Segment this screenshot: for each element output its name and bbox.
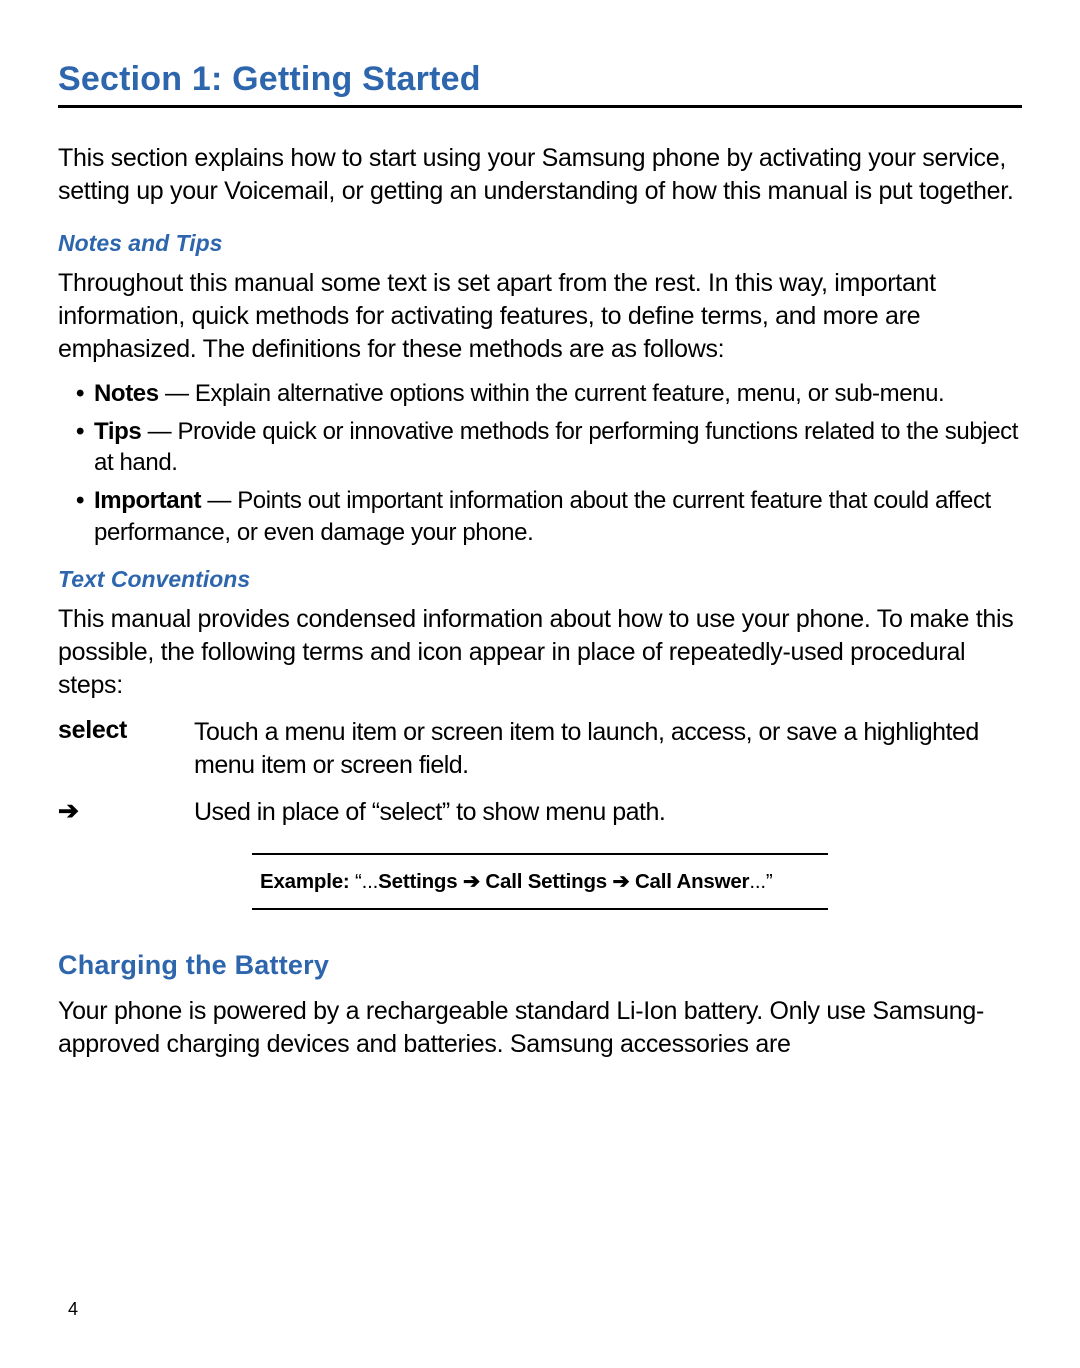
definition-row: ➔ Used in place of “select” to show menu… bbox=[58, 796, 1022, 829]
bullet-desc: — Explain alternative options within the… bbox=[159, 380, 945, 407]
list-item: Tips — Provide quick or innovative metho… bbox=[76, 416, 1022, 479]
example-path: Settings bbox=[378, 870, 457, 893]
section-intro: This section explains how to start using… bbox=[58, 142, 1022, 208]
definitions-table: select Touch a menu item or screen item … bbox=[58, 716, 1022, 829]
example-path: Call Answer bbox=[635, 870, 749, 893]
document-page: Section 1: Getting Started This section … bbox=[0, 0, 1080, 1368]
definition-desc: Used in place of “select” to show menu p… bbox=[194, 796, 665, 829]
charging-body: Your phone is powered by a rechargeable … bbox=[58, 995, 1022, 1061]
notes-tips-intro: Throughout this manual some text is set … bbox=[58, 267, 1022, 366]
bullet-term: Tips bbox=[94, 418, 141, 445]
example-box: Example: “...Settings ➔ Call Settings ➔ … bbox=[252, 853, 828, 910]
notes-tips-list: Notes — Explain alternative options with… bbox=[58, 378, 1022, 548]
section-title: Section 1: Getting Started bbox=[58, 60, 1022, 99]
arrow-icon: ➔ bbox=[58, 796, 194, 826]
charging-heading: Charging the Battery bbox=[58, 950, 1022, 981]
example-label: Example: bbox=[260, 870, 355, 893]
text-conventions-heading: Text Conventions bbox=[58, 566, 1022, 593]
definition-term: select bbox=[58, 716, 194, 745]
example-path: Call Settings bbox=[485, 870, 607, 893]
list-item: Important — Points out important informa… bbox=[76, 485, 1022, 548]
text-conventions-intro: This manual provides condensed informati… bbox=[58, 603, 1022, 702]
bullet-term: Important bbox=[94, 487, 201, 514]
arrow-icon: ➔ bbox=[607, 870, 635, 893]
arrow-icon: ➔ bbox=[457, 870, 485, 893]
definition-row: select Touch a menu item or screen item … bbox=[58, 716, 1022, 782]
definition-desc: Touch a menu item or screen item to laun… bbox=[194, 716, 1022, 782]
bullet-desc: — Provide quick or innovative methods fo… bbox=[94, 418, 1018, 477]
notes-tips-heading: Notes and Tips bbox=[58, 230, 1022, 257]
bullet-term: Notes bbox=[94, 380, 159, 407]
page-number: 4 bbox=[68, 1299, 78, 1320]
list-item: Notes — Explain alternative options with… bbox=[76, 378, 1022, 410]
example-quote-open: “... bbox=[355, 870, 378, 893]
example-quote-close: ...” bbox=[749, 870, 772, 893]
bullet-desc: — Points out important information about… bbox=[94, 487, 991, 546]
title-rule bbox=[58, 105, 1022, 108]
